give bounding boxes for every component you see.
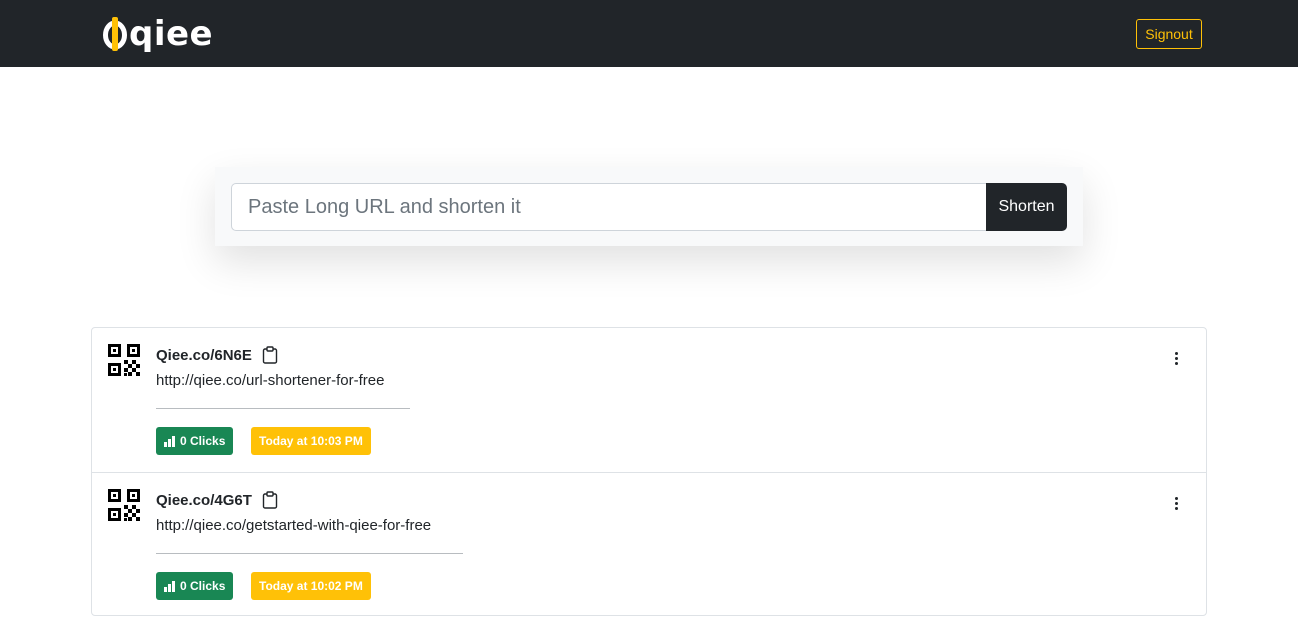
logo[interactable]: qiee — [103, 14, 213, 54]
bar-chart-icon — [164, 435, 176, 447]
kebab-menu-icon[interactable] — [1166, 493, 1186, 513]
kebab-menu-icon[interactable] — [1166, 348, 1186, 368]
divider — [156, 408, 410, 409]
date-badge: Today at 10:02 PM — [251, 572, 371, 600]
clipboard-icon[interactable] — [262, 346, 278, 364]
list-item: Qiee.co/6N6E http://qiee.co/url-shortene… — [92, 328, 1206, 472]
divider — [156, 553, 463, 554]
short-url[interactable]: Qiee.co/4G6T — [156, 492, 252, 509]
signout-button[interactable]: Signout — [1136, 19, 1202, 49]
clicks-badge: 0 Clicks — [156, 427, 234, 455]
long-url-input[interactable] — [231, 183, 987, 231]
navbar: qiee Signout — [0, 0, 1298, 67]
qr-code-icon[interactable] — [108, 344, 140, 376]
link-list: Qiee.co/6N6E http://qiee.co/url-shortene… — [91, 327, 1207, 616]
short-url[interactable]: Qiee.co/6N6E — [156, 347, 252, 364]
clipboard-icon[interactable] — [262, 491, 278, 509]
long-url: http://qiee.co/url-shortener-for-free — [156, 372, 385, 389]
date-badge: Today at 10:03 PM — [251, 427, 371, 455]
clicks-badge: 0 Clicks — [156, 572, 234, 600]
logo-mark-icon — [103, 17, 127, 51]
clicks-label: 0 Clicks — [180, 434, 226, 448]
logo-text: qiee — [129, 14, 214, 54]
short-url-row: Qiee.co/6N6E — [156, 346, 278, 364]
bar-chart-icon — [164, 580, 176, 592]
clicks-label: 0 Clicks — [180, 579, 226, 593]
list-item: Qiee.co/4G6T http://qiee.co/getstarted-w… — [92, 472, 1206, 616]
qr-code-icon[interactable] — [108, 489, 140, 521]
shorten-button[interactable]: Shorten — [986, 183, 1067, 231]
short-url-row: Qiee.co/4G6T — [156, 491, 278, 509]
shorten-form: Shorten — [215, 167, 1083, 246]
long-url: http://qiee.co/getstarted-with-qiee-for-… — [156, 517, 432, 534]
